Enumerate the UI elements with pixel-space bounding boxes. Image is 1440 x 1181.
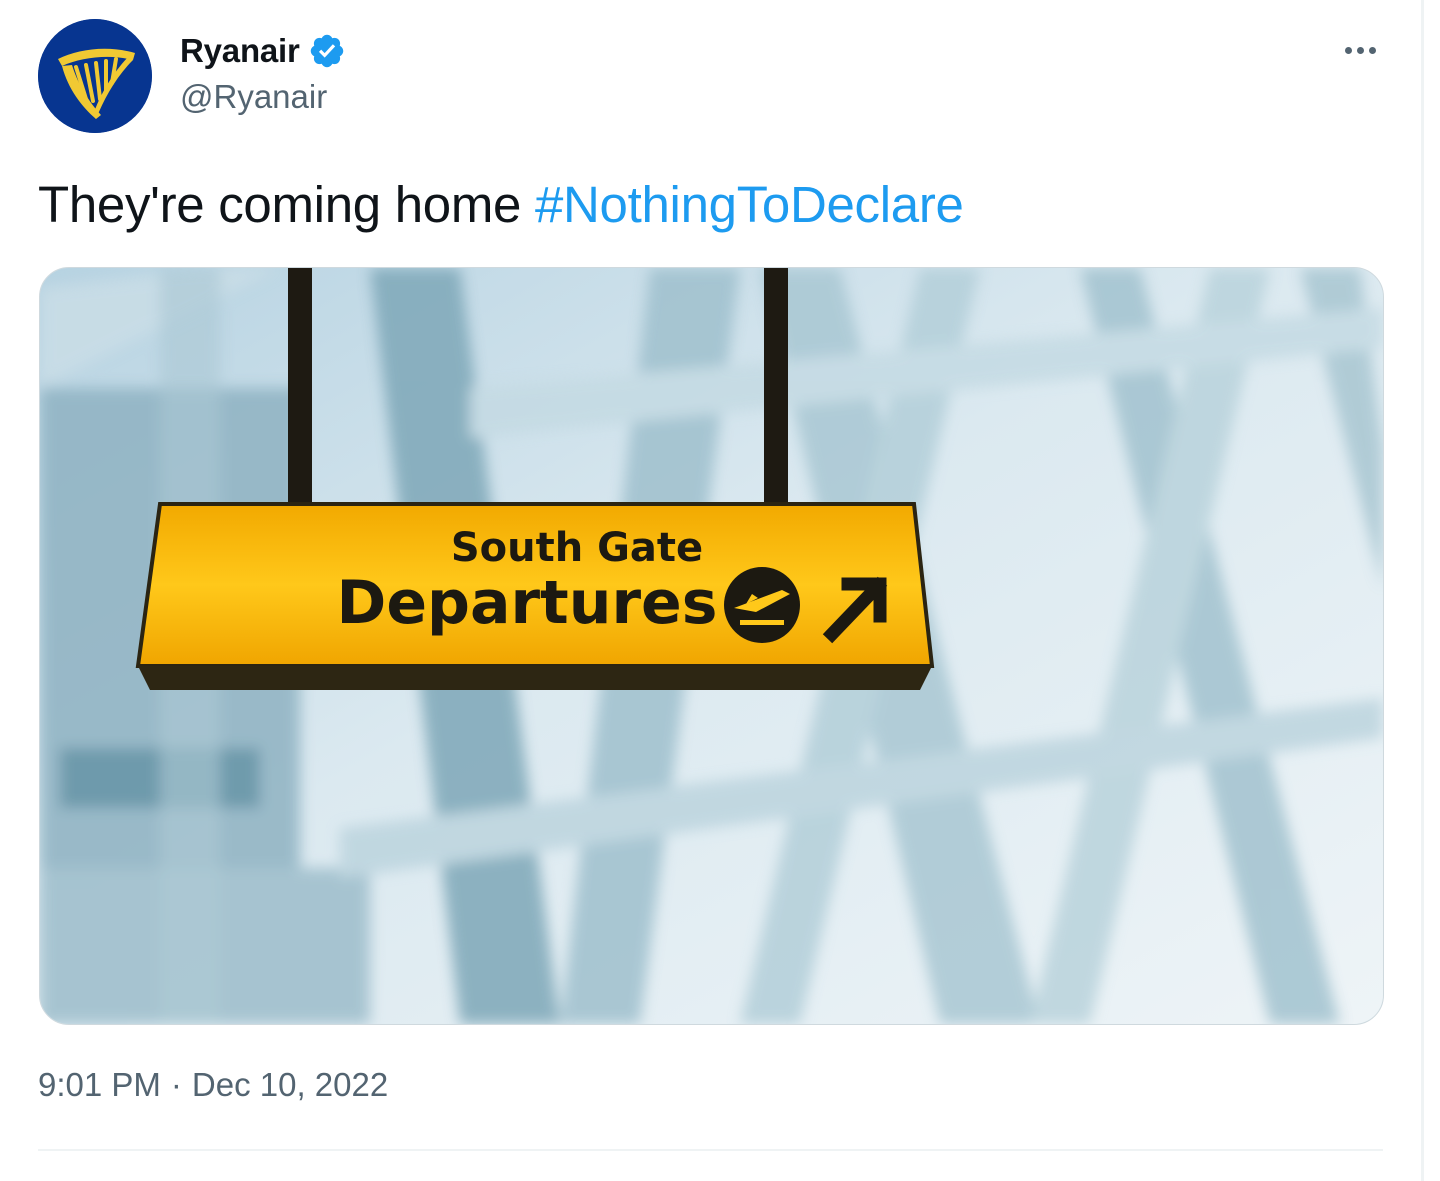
timestamp-separator: · <box>170 1066 182 1103</box>
sign-line2: Departures <box>337 568 718 638</box>
author-handle[interactable]: @Ryanair <box>180 78 327 116</box>
tweet-timestamp[interactable]: 9:01 PM · Dec 10, 2022 <box>38 1066 388 1104</box>
verified-badge-icon[interactable] <box>308 32 346 70</box>
tweet-media-image[interactable]: South Gate Departures <box>39 267 1384 1025</box>
sign-line1: South Gate <box>451 525 703 571</box>
display-name[interactable]: Ryanair <box>180 32 300 70</box>
hashtag-link[interactable]: #NothingToDeclare <box>535 176 964 233</box>
tweet-text-body: They're coming home <box>38 176 535 233</box>
author-name-row[interactable]: Ryanair <box>180 30 346 72</box>
more-horizontal-icon-dot <box>1356 46 1364 54</box>
page: Ryanair @Ryanair They're coming home #No… <box>0 0 1440 1181</box>
departures-sign-photo: South Gate Departures <box>40 268 1383 1024</box>
more-horizontal-icon-dot <box>1368 46 1376 54</box>
plane-departure-icon <box>724 567 800 643</box>
tweet[interactable]: Ryanair @Ryanair They're coming home #No… <box>38 0 1385 1181</box>
more-horizontal-icon <box>1344 46 1352 54</box>
tweet-divider <box>38 1149 1383 1151</box>
ryanair-harp-logo-icon <box>38 19 152 133</box>
tweet-date[interactable]: Dec 10, 2022 <box>192 1066 388 1104</box>
avatar[interactable] <box>38 19 152 133</box>
tweet-time[interactable]: 9:01 PM <box>38 1066 161 1104</box>
column-divider <box>1421 0 1424 1181</box>
tweet-text: They're coming home #NothingToDeclare <box>38 172 964 238</box>
more-options-button[interactable] <box>1335 30 1385 70</box>
